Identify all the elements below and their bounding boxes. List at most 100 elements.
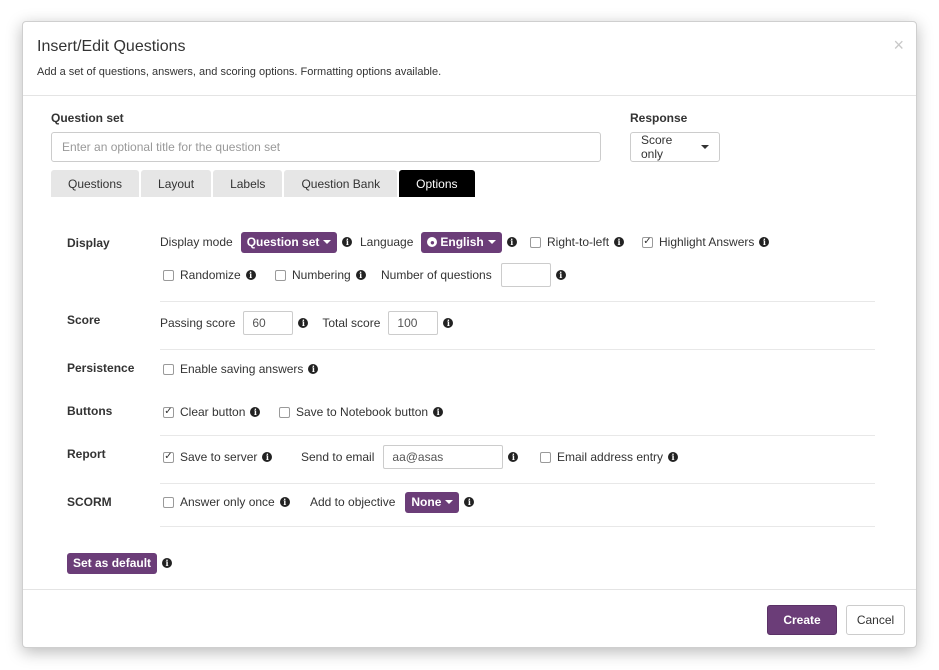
tab-labels[interactable]: Labels [213,170,283,197]
answer-once-label: Answer only once [180,495,275,509]
tab-options[interactable]: Options [399,170,475,197]
dialog-title: Insert/Edit Questions [37,38,186,55]
response-dropdown[interactable]: Score only [630,132,720,162]
right-to-left-label: Right-to-left [547,235,610,249]
save-server-checkbox[interactable]: ✓ [163,451,174,463]
display-mode-label: Display mode [160,235,233,249]
info-icon[interactable]: i [464,497,475,507]
enable-saving-label: Enable saving answers [180,362,304,376]
dialog-header: Insert/Edit Questions Add a set of quest… [23,22,916,96]
number-of-questions-group: Number of questions i [381,262,566,288]
numbering-option: Numbering i [275,264,366,286]
globe-icon: ● [427,237,438,247]
display-mode-dropdown[interactable]: Question set [240,231,338,253]
tab-questions[interactable]: Questions [51,170,140,197]
info-icon[interactable]: i [506,237,517,247]
separator [160,435,875,436]
display-label: Display [67,236,110,250]
info-icon[interactable]: i [262,452,273,462]
clear-button-checkbox[interactable]: ✓ [163,406,174,418]
caret-down-icon [701,145,709,149]
display-mode-value: Question set [246,235,320,249]
passing-score-input[interactable] [243,311,294,335]
info-icon[interactable]: i [162,558,173,568]
info-icon[interactable]: i [250,407,261,417]
info-icon[interactable]: i [668,452,679,462]
answer-once-option: Answer only once i [163,491,290,513]
create-button[interactable]: Create [767,605,837,635]
randomize-label: Randomize [180,268,241,282]
enable-saving-checkbox[interactable] [163,363,174,375]
highlight-answers-label: Highlight Answers [659,235,755,249]
highlight-answers-checkbox[interactable]: ✓ [642,236,653,248]
randomize-option: Randomize i [163,264,256,286]
dialog-subtitle: Add a set of questions, answers, and sco… [37,66,442,78]
right-to-left-checkbox[interactable] [530,236,541,248]
check-icon: ✓ [643,236,652,247]
persistence-label: Persistence [67,361,135,375]
check-icon: ✓ [164,406,173,417]
total-score-input[interactable] [388,311,439,335]
set-default-group: Set as default i [67,552,173,574]
response-label: Response [630,111,688,125]
language-dropdown[interactable]: ● English [421,231,502,253]
separator [160,483,875,484]
cancel-button[interactable]: Cancel [846,605,905,635]
objective-value: None [411,495,442,509]
caret-down-icon [323,240,332,244]
answer-once-checkbox[interactable] [163,496,174,508]
info-icon[interactable]: i [759,237,770,247]
save-notebook-option: Save to Notebook button i [279,401,444,423]
number-of-questions-label: Number of questions [381,268,492,282]
passing-score-label: Passing score [160,316,236,330]
set-as-default-button[interactable]: Set as default [67,552,158,574]
display-mode-group: Display mode Question set i [160,231,353,253]
scorm-label: SCORM [67,495,112,509]
info-icon[interactable]: i [245,270,256,280]
save-notebook-label: Save to Notebook button [296,405,429,419]
send-email-label: Send to email [301,450,375,464]
info-icon[interactable]: i [279,497,290,507]
send-email-input[interactable] [383,445,504,469]
info-icon[interactable]: i [298,318,309,328]
language-group: Language ● English i [360,231,517,253]
score-label: Score [67,313,101,327]
number-of-questions-input[interactable] [500,263,551,287]
tab-question-bank[interactable]: Question Bank [284,170,398,197]
info-icon[interactable]: i [508,452,519,462]
info-icon[interactable]: i [614,237,625,247]
separator [160,301,875,302]
email-entry-checkbox[interactable] [540,451,551,463]
total-score-label: Total score [322,316,381,330]
caret-down-icon [445,500,454,504]
info-icon[interactable]: i [555,270,566,280]
objective-dropdown[interactable]: None [405,491,460,513]
info-icon[interactable]: i [308,364,319,374]
objective-label: Add to objective [310,495,396,509]
separator [160,526,875,527]
language-value: English [440,235,484,249]
question-set-title-input[interactable] [51,132,601,162]
caret-down-icon [487,240,496,244]
numbering-checkbox[interactable] [275,269,286,281]
send-email-group: Send to email i [301,444,519,470]
info-icon[interactable]: i [342,237,353,247]
report-label: Report [67,447,106,461]
separator [160,349,875,350]
numbering-label: Numbering [292,268,351,282]
save-notebook-checkbox[interactable] [279,406,290,418]
tab-layout[interactable]: Layout [141,170,212,197]
buttons-label: Buttons [67,404,113,418]
info-icon[interactable]: i [443,318,454,328]
close-icon[interactable]: × [893,36,904,54]
email-entry-label: Email address entry [557,450,664,464]
clear-button-label: Clear button [180,405,246,419]
objective-group: Add to objective None i [310,491,475,513]
randomize-checkbox[interactable] [163,269,174,281]
highlight-answers-option: ✓ Highlight Answers i [642,231,770,253]
info-icon[interactable]: i [433,407,444,417]
info-icon[interactable]: i [355,270,366,280]
insert-edit-questions-dialog: Insert/Edit Questions Add a set of quest… [22,21,917,648]
right-to-left-option: Right-to-left i [530,231,625,253]
question-set-label: Question set [51,111,124,125]
